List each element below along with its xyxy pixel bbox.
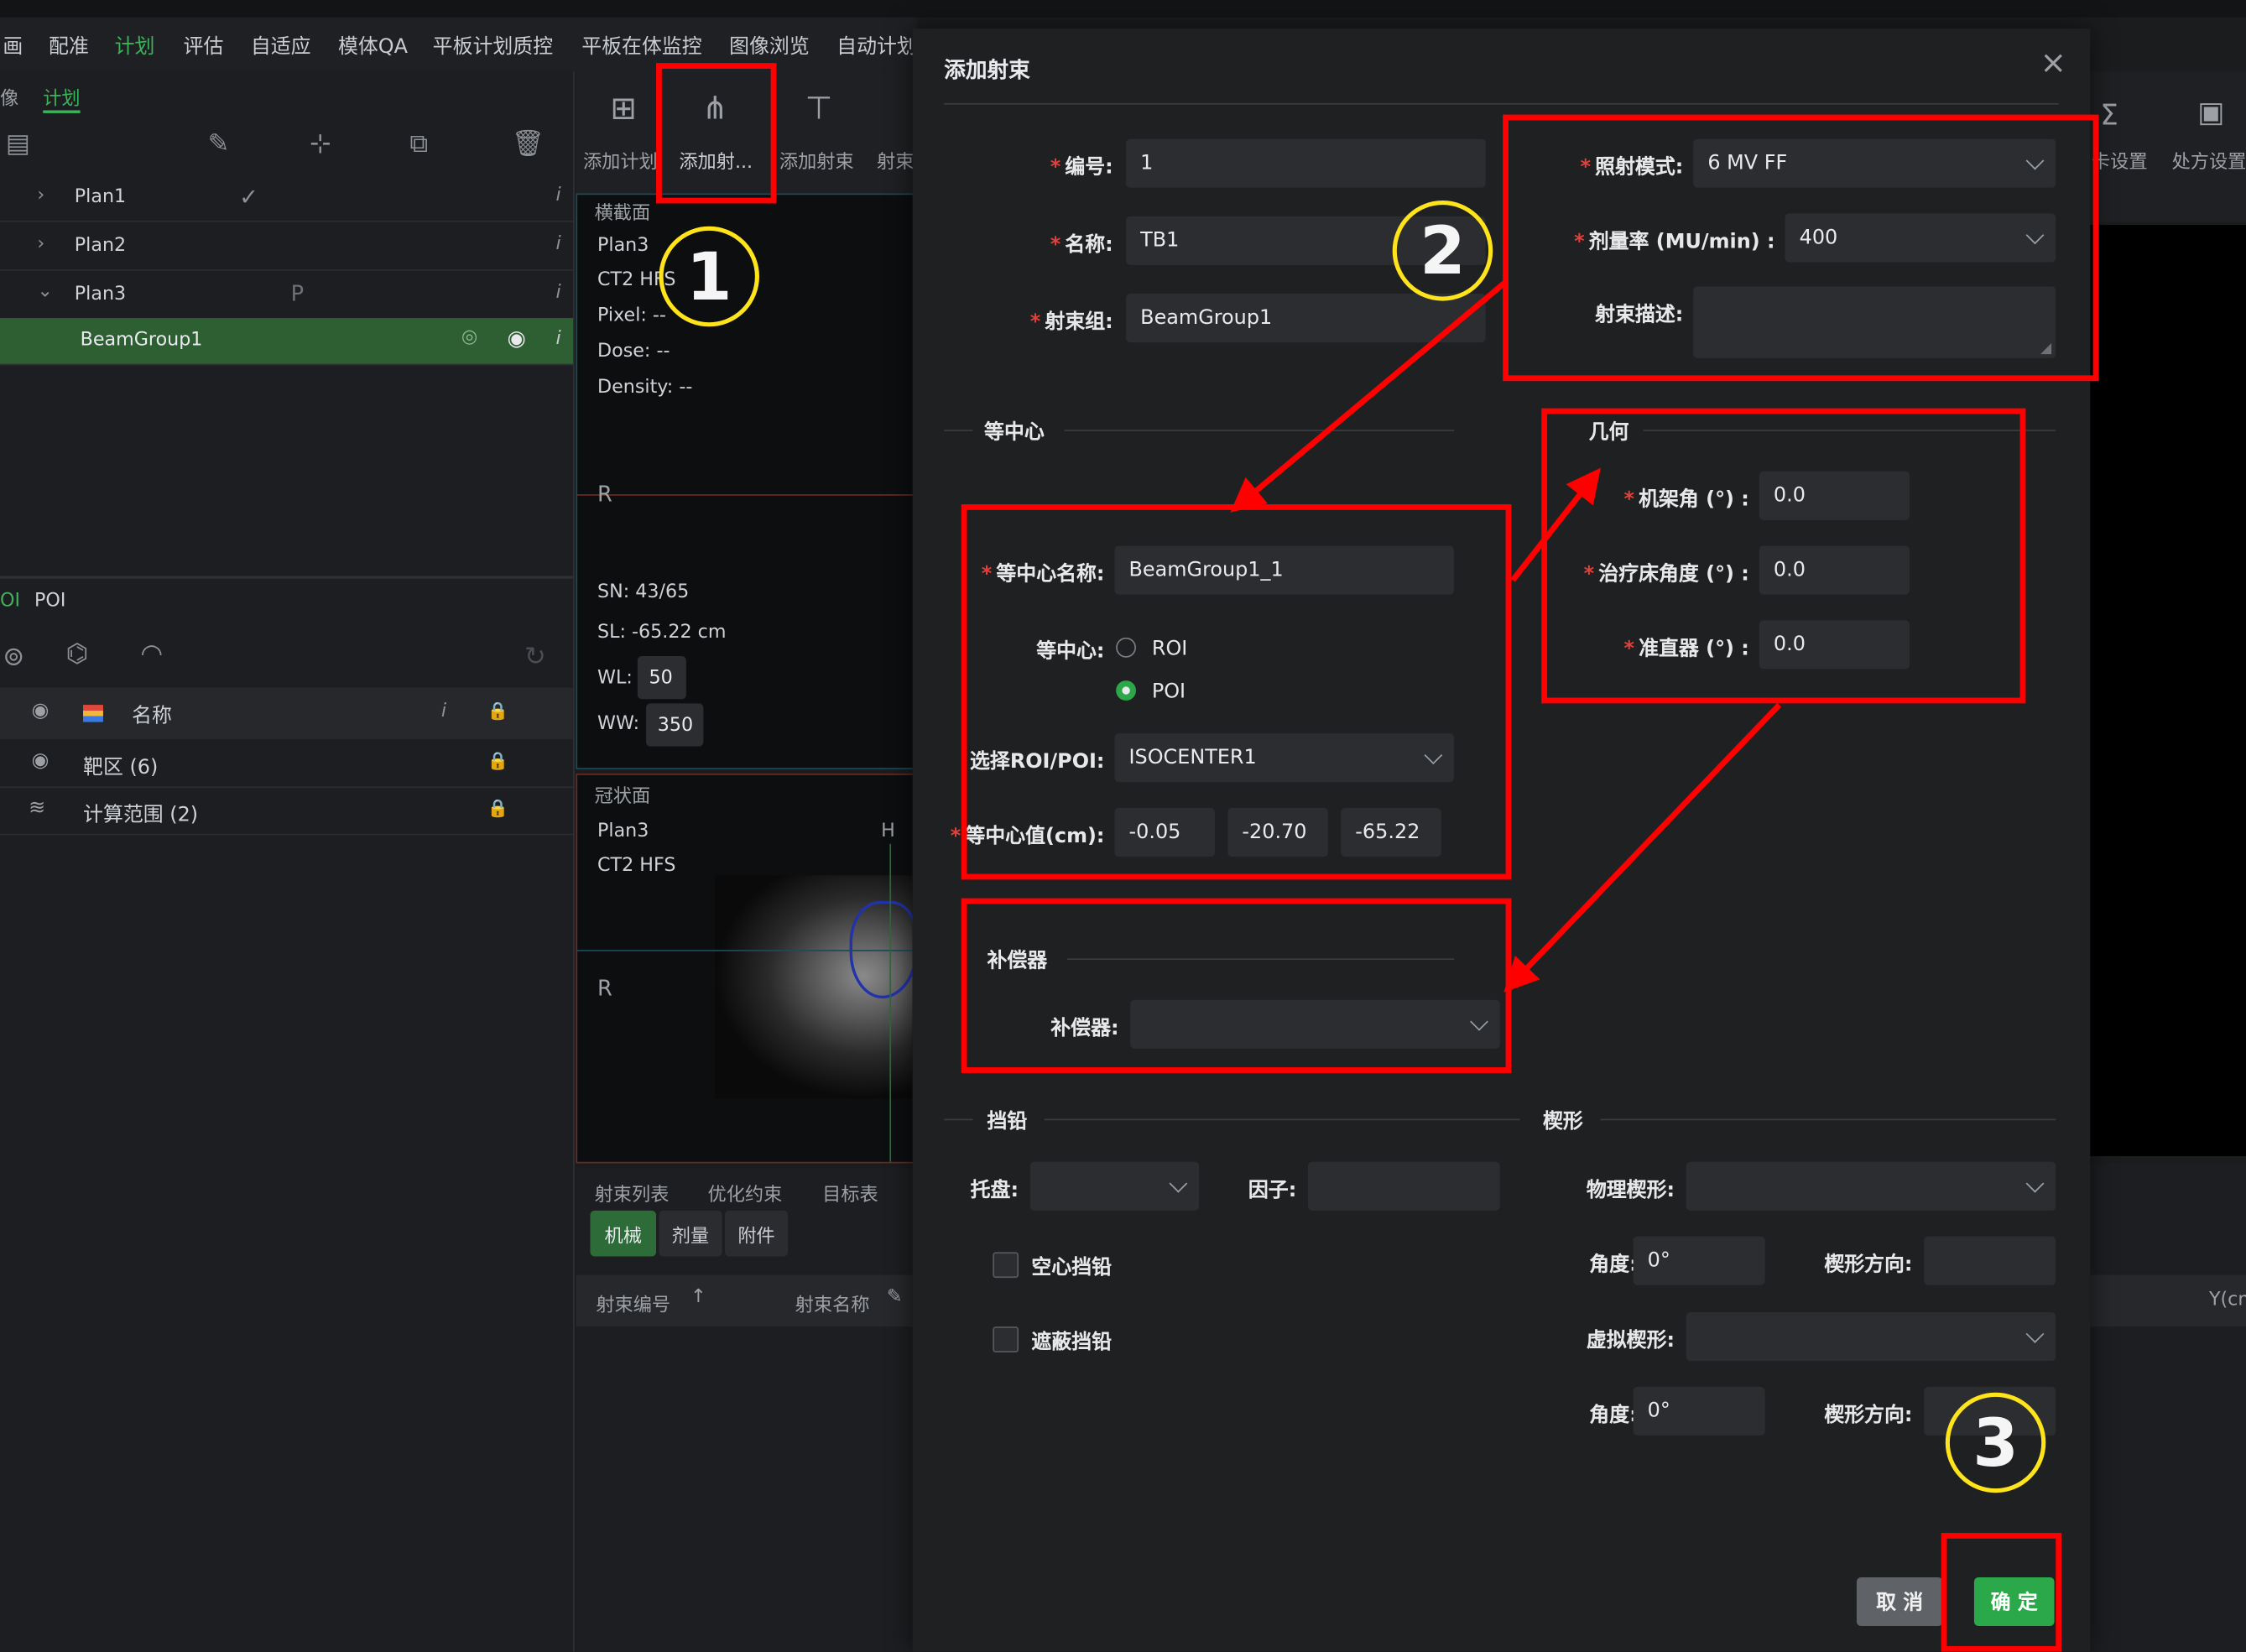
annotation-arrow [1230, 279, 1509, 513]
step-marker-1: 1 [659, 226, 759, 327]
annotation-arrow [1510, 467, 1601, 582]
annotation-arrow [1503, 702, 1782, 993]
annotation-arrows [1230, 279, 1782, 993]
step-marker-3: 3 [1945, 1392, 2046, 1493]
step-marker-2: 2 [1392, 201, 1493, 301]
